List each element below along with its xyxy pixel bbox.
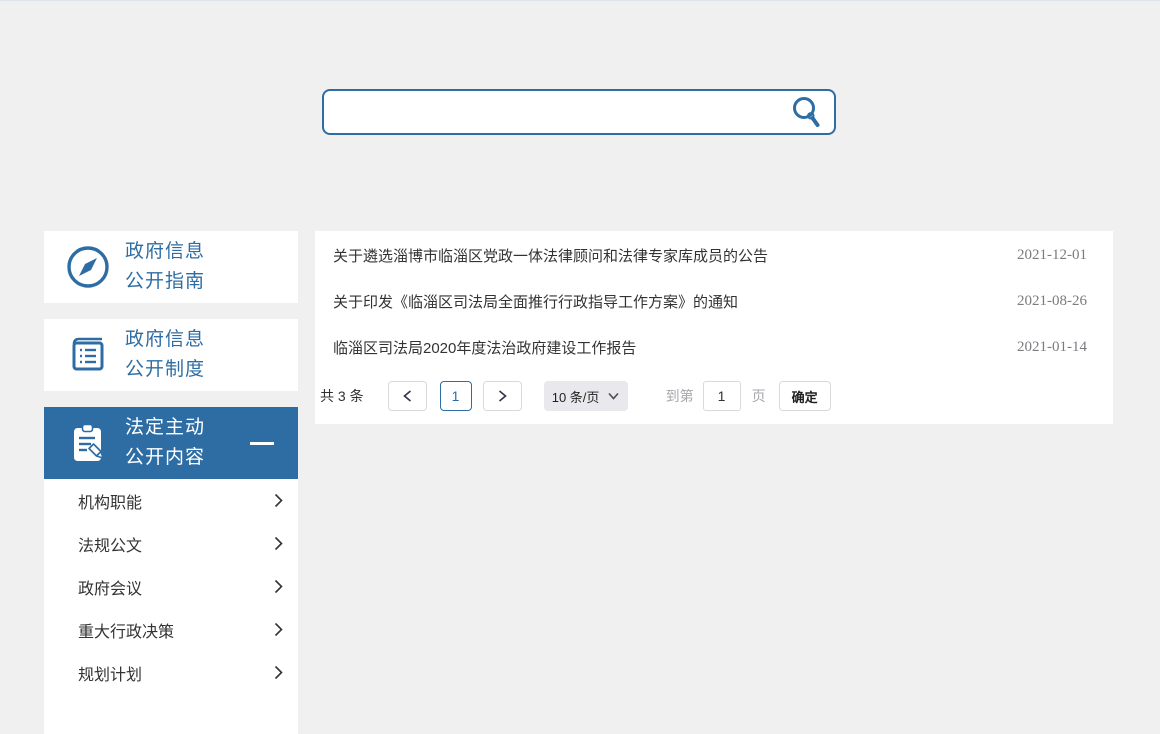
page-size-select[interactable]: 10 条/页 xyxy=(543,381,628,411)
sidebar-item-gov-info-system[interactable]: 政府信息 公开制度 xyxy=(44,319,298,391)
chevron-right-icon xyxy=(274,493,283,508)
chevron-right-icon xyxy=(274,622,283,637)
compass-icon xyxy=(65,244,111,290)
prev-page-button[interactable] xyxy=(387,381,427,411)
chevron-right-icon xyxy=(274,579,283,594)
submenu-item-major-decisions[interactable]: 重大行政决策 xyxy=(44,608,298,651)
sidebar-item-label: 政府信息 公开制度 xyxy=(125,329,206,380)
page-number-button[interactable]: 1 xyxy=(439,381,472,411)
chevron-right-icon xyxy=(497,390,508,402)
search-button[interactable] xyxy=(788,94,824,130)
submenu-item-regulations[interactable]: 法规公文 xyxy=(44,522,298,565)
goto-suffix-label: 页 xyxy=(751,388,766,404)
search-input[interactable] xyxy=(324,91,834,133)
confirm-button[interactable]: 确定 xyxy=(778,381,831,411)
article-list-panel: 关于遴选淄博市临淄区党政一体法律顾问和法律专家库成员的公告 2021-12-01… xyxy=(315,231,1113,424)
submenu-label: 法规公文 xyxy=(78,537,143,555)
submenu-item-org-functions[interactable]: 机构职能 xyxy=(44,479,298,522)
pagination: 共 3 条 1 10 条/页 到第 页 确定 xyxy=(315,381,1113,411)
minus-icon xyxy=(250,441,274,445)
submenu-item-plans[interactable]: 规划计划 xyxy=(44,651,298,694)
chevron-left-icon xyxy=(402,390,413,402)
sidebar-item-statutory-disclosure[interactable]: 法定主动 公开内容 xyxy=(44,407,298,479)
search-icon xyxy=(791,96,821,128)
submenu-label: 规划计划 xyxy=(78,666,143,684)
next-page-button[interactable] xyxy=(482,381,522,411)
article-date: 2021-01-14 xyxy=(1017,338,1087,355)
total-count-label: 共 3 条 xyxy=(320,388,364,404)
submenu-label: 政府会议 xyxy=(78,580,143,598)
list-item[interactable]: 关于印发《临淄区司法局全面推行行政指导工作方案》的通知 2021-08-26 xyxy=(315,278,1113,324)
sidebar-item-label: 政府信息 公开指南 xyxy=(125,241,206,292)
chevron-down-icon xyxy=(608,392,620,400)
clipboard-pen-icon xyxy=(65,420,111,466)
list-item[interactable]: 关于遴选淄博市临淄区党政一体法律顾问和法律专家库成员的公告 2021-12-01 xyxy=(315,232,1113,278)
ledger-icon xyxy=(65,332,111,378)
sidebar-item-gov-info-guide[interactable]: 政府信息 公开指南 xyxy=(44,231,298,303)
goto-page-input[interactable] xyxy=(702,381,741,411)
page-size-label: 10 条/页 xyxy=(551,389,600,405)
search-box xyxy=(322,89,836,135)
article-list: 关于遴选淄博市临淄区党政一体法律顾问和法律专家库成员的公告 2021-12-01… xyxy=(315,232,1113,370)
submenu-item-gov-meetings[interactable]: 政府会议 xyxy=(44,565,298,608)
article-date: 2021-12-01 xyxy=(1017,246,1087,263)
article-title[interactable]: 关于遴选淄博市临淄区党政一体法律顾问和法律专家库成员的公告 xyxy=(333,245,997,266)
submenu-label: 重大行政决策 xyxy=(78,623,175,641)
article-title[interactable]: 临淄区司法局2020年度法治政府建设工作报告 xyxy=(333,337,997,358)
article-date: 2021-08-26 xyxy=(1017,292,1087,309)
article-title[interactable]: 关于印发《临淄区司法局全面推行行政指导工作方案》的通知 xyxy=(333,291,997,312)
sidebar-item-label: 法定主动 公开内容 xyxy=(125,417,206,468)
sidebar: 政府信息 公开指南 政府信息 公开制度 法定主动 公开内容 机构职能 法规公文 … xyxy=(44,231,298,734)
sidebar-submenu: 机构职能 法规公文 政府会议 重大行政决策 规划计划 xyxy=(44,479,298,734)
submenu-label: 机构职能 xyxy=(78,494,143,512)
goto-prefix-label: 到第 xyxy=(665,388,694,404)
chevron-right-icon xyxy=(274,536,283,551)
list-item[interactable]: 临淄区司法局2020年度法治政府建设工作报告 2021-01-14 xyxy=(315,324,1113,370)
chevron-right-icon xyxy=(274,665,283,680)
